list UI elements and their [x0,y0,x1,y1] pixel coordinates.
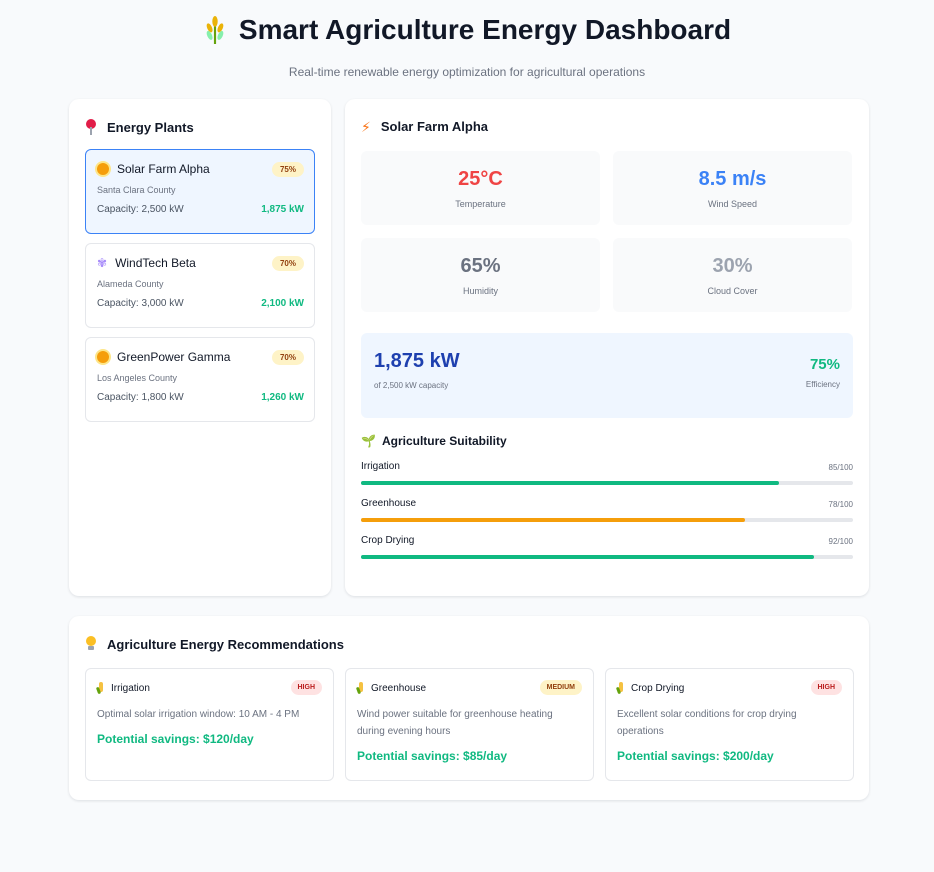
suitability-heading-row: 🌱 Agriculture Suitability [361,434,853,448]
suitability-crop-drying: Crop Drying 92/100 [361,535,853,559]
priority-badge: MEDIUM [539,680,582,695]
pin-icon [85,119,97,135]
suitability-bar [361,555,853,559]
metric-temperature: 25°C Temperature [361,151,600,225]
metric-label: Humidity [462,286,498,296]
potential-savings: Potential savings: $120/day [97,732,254,746]
plant-capacity: Capacity: 1,800 kW [97,392,184,403]
metric-value: 30% [712,255,753,277]
metric-value: 65% [460,255,501,277]
suitability-bar-fill [361,555,814,559]
metric-value: 8.5 m/s [698,168,767,190]
suitability-bar-fill [361,518,745,522]
plant-detail-panel: ⚡ Solar Farm Alpha 25°C Temperature 8.5 … [345,99,869,596]
suitability-name: Greenhouse [361,498,417,509]
metric-cloud-cover: 30% Cloud Cover [613,238,852,312]
priority-badge: HIGH [290,680,322,695]
plant-name: WindTech Beta [115,256,196,270]
sun-icon [97,351,109,363]
plant-card-solar-farm-alpha[interactable]: Solar Farm Alpha 75% Santa Clara County … [85,149,315,234]
efficiency-badge: 70% [271,256,304,271]
suitability-score: 85/100 [828,463,853,472]
recommendation-crop-drying[interactable]: Crop Drying HIGH Excellent solar conditi… [605,668,854,781]
suitability-irrigation: Irrigation 85/100 [361,461,853,485]
capacity-note: of 2,500 kW capacity [374,381,449,390]
suitability-heading: Agriculture Suitability [381,434,507,448]
current-output: 1,875 kW [374,350,460,372]
sun-icon [97,163,109,175]
corn-icon [617,682,625,694]
efficiency-badge: 75% [271,162,304,177]
suitability-greenhouse: Greenhouse 78/100 [361,498,853,522]
plant-county: Alameda County [97,279,164,289]
recommendation-list: Irrigation HIGH Optimal solar irrigation… [85,668,854,781]
energy-plants-heading-row: Energy Plants [85,119,315,135]
plant-list: Solar Farm Alpha 75% Santa Clara County … [85,149,315,422]
bolt-icon: ⚡ [361,118,371,135]
recommendation-description: Excellent solar conditions for crop dryi… [617,709,797,737]
recommendation-greenhouse[interactable]: Greenhouse MEDIUM Wind power suitable fo… [345,668,594,781]
output-summary: 1,875 kW of 2,500 kW capacity 75% Effici… [361,333,853,418]
metric-label: Wind Speed [707,199,758,209]
recommendations-panel: Agriculture Energy Recommendations Irrig… [69,616,869,800]
plant-card-greenpower-gamma[interactable]: GreenPower Gamma 70% Los Angeles County … [85,337,315,422]
efficiency-value: 75% [809,356,840,373]
metric-label: Temperature [455,199,506,209]
efficiency-badge: 70% [271,350,304,365]
suitability-score: 78/100 [828,500,853,509]
priority-badge: HIGH [810,680,842,695]
potential-savings: Potential savings: $200/day [617,749,774,763]
metric-value: 25°C [458,168,503,190]
plant-name: Solar Farm Alpha [117,162,210,176]
weather-metrics: 25°C Temperature 8.5 m/s Wind Speed 65% … [361,151,853,312]
plant-output: 1,875 kW [261,204,304,215]
suitability-list: Irrigation 85/100 Greenhouse 78/100 Crop… [361,461,853,559]
recommendation-description: Wind power suitable for greenhouse heati… [357,709,553,737]
metric-wind-speed: 8.5 m/s Wind Speed [613,151,852,225]
sprout-icon: 🌱 [361,434,376,448]
recommendations-heading-row: Agriculture Energy Recommendations [85,636,853,652]
corn-icon [97,682,105,694]
suitability-bar [361,518,853,522]
recommendations-heading: Agriculture Energy Recommendations [107,636,344,652]
detail-heading: Solar Farm Alpha [380,119,488,134]
recommendation-description: Optimal solar irrigation window: 10 AM -… [97,709,300,720]
page-title: Smart Agriculture Energy Dashboard [238,14,732,45]
potential-savings: Potential savings: $85/day [357,749,508,763]
dashboard-header: Smart Agriculture Energy Dashboard Real-… [0,14,934,79]
suitability-bar [361,481,853,485]
wind-icon: ✾ [97,256,108,270]
corn-icon [357,682,365,694]
plant-output: 2,100 kW [261,298,304,309]
energy-plants-heading: Energy Plants [107,119,194,135]
plant-capacity: Capacity: 3,000 kW [97,298,184,309]
suitability-bar-fill [361,481,780,485]
wheat-icon [206,16,224,44]
metric-label: Cloud Cover [707,286,758,296]
plant-county: Los Angeles County [97,373,178,383]
recommendation-name: Irrigation [111,682,150,694]
page-title-row: Smart Agriculture Energy Dashboard [203,14,731,46]
plant-county: Santa Clara County [97,185,176,195]
energy-plants-panel: Energy Plants Solar Farm Alpha 75% Santa… [69,99,331,596]
suitability-score: 92/100 [828,537,853,546]
recommendation-name: Greenhouse [371,682,427,694]
detail-heading-row: ⚡ Solar Farm Alpha [361,119,853,134]
metric-humidity: 65% Humidity [361,238,600,312]
plant-card-windtech-beta[interactable]: ✾ WindTech Beta 70% Alameda County Capac… [85,243,315,328]
efficiency-label: Efficiency [805,380,840,389]
suitability-name: Crop Drying [361,535,415,546]
bulb-icon [85,636,97,652]
plant-capacity: Capacity: 2,500 kW [97,204,184,215]
suitability-name: Irrigation [361,461,400,472]
page-subtitle: Real-time renewable energy optimization … [288,65,646,79]
recommendation-irrigation[interactable]: Irrigation HIGH Optimal solar irrigation… [85,668,334,781]
recommendation-name: Crop Drying [631,682,685,694]
plant-output: 1,260 kW [261,392,304,403]
plant-name: GreenPower Gamma [117,350,231,364]
